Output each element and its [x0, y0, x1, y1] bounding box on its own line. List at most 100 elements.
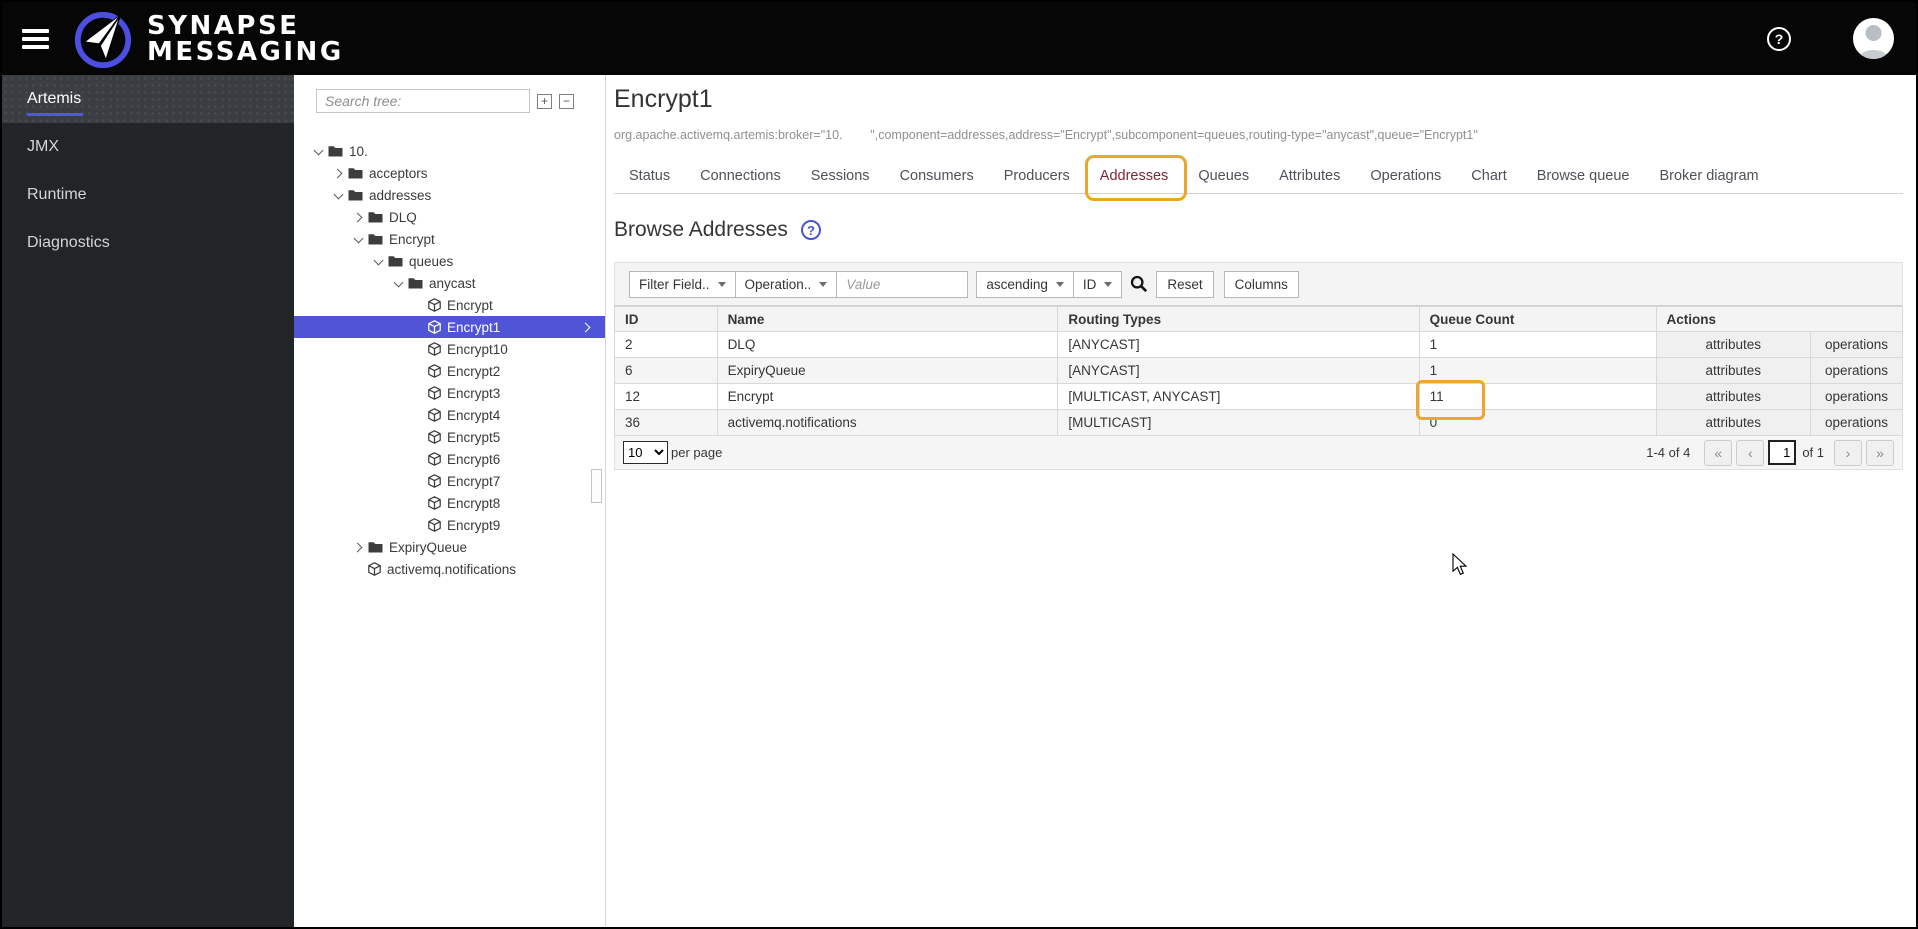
sidebar-item-diagnostics[interactable]: Diagnostics: [2, 219, 294, 267]
avatar[interactable]: [1853, 18, 1894, 59]
chevron-right-icon[interactable]: [352, 542, 368, 552]
reset-button[interactable]: Reset: [1156, 270, 1214, 298]
tree-node-encrypt9[interactable]: Encrypt9: [294, 514, 605, 536]
current-page-input[interactable]: [1768, 440, 1797, 465]
chevron-down-icon[interactable]: [393, 277, 408, 287]
operations-button[interactable]: operations: [1810, 331, 1903, 358]
hamburger-menu-icon[interactable]: [22, 25, 49, 53]
tree-node-label: anycast: [429, 275, 476, 291]
tree-node-label: Encrypt2: [447, 363, 501, 379]
tree-node-encrypt7[interactable]: Encrypt7: [294, 470, 605, 492]
tree-node-anycast[interactable]: anycast: [294, 272, 605, 294]
expand-all-icon[interactable]: +: [537, 93, 552, 109]
tree-node-expiryqueue[interactable]: ExpiryQueue: [294, 536, 605, 558]
tab-consumers[interactable]: Consumers: [885, 158, 989, 194]
queue-cube-icon: [428, 518, 441, 532]
tree-node-encrypt10[interactable]: Encrypt10: [294, 338, 605, 360]
app-window: SYNAPSE MESSAGING ? Artemis JMX Runtime Dia…: [0, 0, 1918, 929]
chevron-down-icon: [1055, 281, 1064, 287]
help-icon[interactable]: ?: [1767, 26, 1791, 51]
tab-queues[interactable]: Queues: [1183, 158, 1264, 194]
tree-node-label: Encrypt: [389, 231, 435, 247]
operation-dropdown[interactable]: Operation..: [735, 270, 838, 298]
scrollbar-thumb[interactable]: [591, 469, 602, 503]
tree-node-label: Encrypt3: [447, 385, 501, 401]
tree-node-encrypt1[interactable]: Encrypt1: [294, 316, 605, 338]
columns-button[interactable]: Columns: [1223, 270, 1299, 298]
chevron-down-icon[interactable]: [373, 255, 388, 265]
tree-node-queues[interactable]: queues: [294, 250, 605, 272]
section-title: Browse Addresses: [614, 218, 788, 241]
tree-node-label: acceptors: [369, 165, 428, 181]
last-page-button[interactable]: »: [1866, 439, 1894, 466]
tab-operations[interactable]: Operations: [1355, 158, 1456, 194]
queue-cube-icon: [428, 298, 441, 312]
table-header-row: ID Name Routing Types Queue Count Action…: [614, 306, 1904, 332]
operations-button[interactable]: operations: [1810, 357, 1903, 384]
operations-button[interactable]: operations: [1810, 383, 1903, 410]
attributes-button[interactable]: attributes: [1655, 383, 1812, 410]
chevron-right-icon[interactable]: [332, 168, 348, 178]
tab-connections[interactable]: Connections: [685, 158, 796, 194]
sidebar-item-label: Artemis: [27, 90, 82, 107]
tree-node-encrypt6[interactable]: Encrypt6: [294, 448, 605, 470]
first-page-button[interactable]: «: [1704, 439, 1733, 466]
tab-broker-diagram[interactable]: Broker diagram: [1644, 158, 1773, 194]
queue-cube-icon: [428, 364, 441, 378]
col-header-routing-types[interactable]: Routing Types: [1057, 306, 1420, 332]
operations-button[interactable]: operations: [1810, 409, 1903, 436]
table-row: 12 Encrypt [MULTICAST, ANYCAST] 11 attribute…: [614, 380, 1903, 420]
tree-node-encrypt4[interactable]: Encrypt4: [294, 404, 605, 426]
sidebar-item-jmx[interactable]: JMX: [2, 123, 294, 171]
chevron-down-icon[interactable]: [333, 189, 348, 199]
pagination-bar: 10 per page 1-4 of 4 « ‹ of 1 › »: [614, 436, 1903, 470]
tree-node-encrypt[interactable]: Encrypt: [294, 228, 605, 250]
sidebar-item-label: Runtime: [27, 186, 87, 203]
tab-browse-queue[interactable]: Browse queue: [1522, 158, 1645, 194]
collapse-all-icon[interactable]: −: [559, 93, 574, 109]
filter-value-input[interactable]: [837, 270, 969, 298]
tree-node-encrypt3[interactable]: Encrypt3: [294, 382, 605, 404]
chevron-down-icon[interactable]: [313, 145, 328, 155]
tree-node-encrypt[interactable]: Encrypt: [294, 294, 605, 316]
queue-cube-icon: [428, 386, 441, 400]
page-size-select[interactable]: 10: [623, 441, 668, 464]
main-content: Encrypt1 org.apache.activemq.artemis:bro…: [606, 75, 1916, 927]
queue-cube-icon: [428, 320, 441, 334]
tab-producers[interactable]: Producers: [989, 158, 1085, 194]
chevron-down-icon[interactable]: [353, 233, 368, 243]
tab-chart[interactable]: Chart: [1456, 158, 1521, 194]
sort-order-dropdown[interactable]: ascending: [976, 270, 1074, 298]
col-header-id[interactable]: ID: [614, 306, 718, 332]
tab-addresses[interactable]: Addresses: [1084, 154, 1187, 201]
folder-icon: [408, 278, 423, 289]
filter-field-dropdown[interactable]: Filter Field..: [629, 270, 736, 298]
tree-node-10[interactable]: 10.: [294, 140, 605, 162]
sidebar-item-runtime[interactable]: Runtime: [2, 171, 294, 219]
tree-node-encrypt8[interactable]: Encrypt8: [294, 492, 605, 514]
tree-node-encrypt2[interactable]: Encrypt2: [294, 360, 605, 382]
chevron-down-icon: [819, 281, 828, 287]
chevron-right-icon[interactable]: [352, 212, 368, 222]
tree-node-acceptors[interactable]: acceptors: [294, 162, 605, 184]
next-page-button[interactable]: ›: [1834, 439, 1862, 466]
tree-node-addresses[interactable]: addresses: [294, 184, 605, 206]
attributes-button[interactable]: attributes: [1655, 409, 1812, 436]
col-header-queue-count[interactable]: Queue Count: [1418, 306, 1657, 332]
tree-node-encrypt5[interactable]: Encrypt5: [294, 426, 605, 448]
col-header-name[interactable]: Name: [716, 306, 1059, 332]
sort-by-dropdown[interactable]: ID: [1073, 270, 1123, 298]
attributes-button[interactable]: attributes: [1655, 357, 1812, 384]
tab-status[interactable]: Status: [614, 158, 685, 194]
prev-page-button[interactable]: ‹: [1736, 439, 1765, 466]
search-icon[interactable]: [1130, 275, 1148, 293]
tab-attributes[interactable]: Attributes: [1264, 158, 1355, 194]
tab-bar: Status Connections Sessions Consumers Produc…: [614, 154, 1903, 201]
sidebar-item-artemis[interactable]: Artemis: [2, 75, 294, 123]
attributes-button[interactable]: attributes: [1655, 331, 1812, 358]
tree-node-dlq[interactable]: DLQ: [294, 206, 605, 228]
section-help-icon[interactable]: ?: [800, 220, 821, 240]
tree-node-activemq-notifications[interactable]: activemq.notifications: [294, 558, 605, 580]
search-tree-input[interactable]: [316, 89, 530, 113]
tab-sessions[interactable]: Sessions: [796, 158, 885, 194]
